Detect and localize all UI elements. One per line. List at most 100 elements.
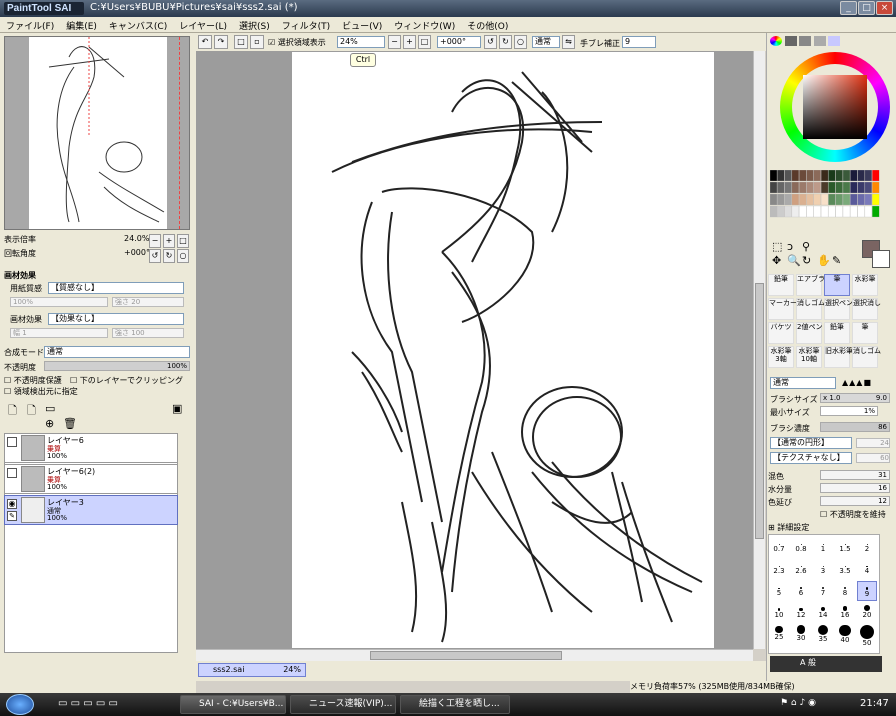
texture-header[interactable]: 画材効果 [4,270,36,281]
swatch-cell[interactable] [806,169,814,182]
tool-button[interactable]: 水彩筆 3軸 [768,346,794,368]
blend-slider[interactable]: 31 [820,470,890,480]
new-linework-layer-icon[interactable]: 🗋 [27,402,36,421]
brush-size-preset[interactable]: 0.8 [791,537,811,557]
close-button[interactable]: × [876,1,893,15]
menu-select[interactable]: 選択(S) [233,17,276,32]
effect-width-slider[interactable]: 幅 1 [10,328,108,338]
menu-window[interactable]: ウィンドウ(W) [388,17,461,32]
swatch-cell[interactable] [850,181,858,194]
vertical-scroll-thumb[interactable] [755,283,764,539]
redo-button[interactable]: ↷ [214,35,228,49]
tool-button[interactable]: 2値ペン [796,322,822,344]
task-browser-2[interactable]: 絵描く工程を晒し... [400,695,510,714]
selection-display-checkbox[interactable]: ☑ 選択領域表示 [268,37,326,48]
brush-size-preset[interactable]: 14 [813,603,833,623]
swatch-cell[interactable] [813,181,821,194]
swatch-cell[interactable] [806,205,814,218]
menu-other[interactable]: その他(O) [461,17,514,32]
tool-button[interactable]: 鉛筆 [824,322,850,344]
swatch-cell[interactable] [820,193,829,206]
swatch-cell[interactable] [872,193,880,206]
document-tab[interactable]: sss2.sai 24% [198,663,306,677]
swatch-cell[interactable] [777,169,785,182]
swatch-cell[interactable] [857,181,865,194]
hue-ring[interactable] [780,52,890,162]
task-browser-1[interactable]: ニュース速報(VIP)... [290,695,396,714]
swatch-cell[interactable] [864,205,873,218]
rotate-reset-button[interactable]: ○ [177,249,189,263]
swatch-cell[interactable] [850,169,858,182]
swatch-cell[interactable] [835,181,843,194]
tool-button[interactable]: 筆 [824,274,850,296]
swatch-cell[interactable] [842,193,851,206]
brush-size-preset[interactable]: 20 [857,603,877,623]
visibility-toggle[interactable] [7,468,17,478]
swatch-cell[interactable] [784,193,792,206]
ime-bar[interactable]: A 般 [770,656,882,672]
maximize-button[interactable]: □ [858,1,875,15]
zoom-out-button[interactable]: − [149,234,161,248]
menu-filter[interactable]: フィルタ(T) [276,17,336,32]
brush-size-preset[interactable]: 7 [813,581,833,601]
minimize-button[interactable]: _ [840,1,857,15]
brush-size-preset[interactable]: 1 [813,537,833,557]
swatch-cell[interactable] [806,193,814,206]
undo-button[interactable]: ↶ [198,35,212,49]
swatch-cell[interactable] [835,205,843,218]
swatch-cell[interactable] [784,181,792,194]
visibility-toggle[interactable] [7,437,17,447]
swatch-cell[interactable] [799,193,807,206]
vertical-scrollbar[interactable] [753,51,765,649]
zoom-in-button[interactable]: + [163,234,175,248]
navigator-preview[interactable] [4,36,190,230]
tool-button[interactable]: 水彩筆 10軸 [796,346,822,368]
invert-selection-button[interactable]: ▫ [250,35,264,49]
zoom-reset-button[interactable]: □ [177,234,189,248]
effect-strength-slider[interactable]: 強さ 100 [112,328,184,338]
brush-size-preset[interactable]: 2.3 [769,559,789,579]
tool-button[interactable]: 消しゴム [852,346,881,368]
swatch-cell[interactable] [835,169,843,182]
drawing-canvas[interactable] [292,52,714,648]
paper-strength-slider[interactable]: 強さ 20 [112,297,184,307]
persistence-slider[interactable]: 12 [820,496,890,506]
swatch-cell[interactable] [784,205,792,218]
swatch-cell[interactable] [769,193,778,206]
zoom-select[interactable]: 24% [337,36,385,48]
select-rect-icon[interactable]: ⬚ [772,240,782,253]
brush-size-preset[interactable]: 12 [791,603,811,623]
layer-item[interactable]: レイヤー6(2) 乗算 100% [4,464,178,494]
menu-canvas[interactable]: キャンバス(C) [103,17,173,32]
swatch-cell[interactable] [828,193,836,206]
detail-settings-toggle[interactable]: ⊞ 詳細設定 [768,522,809,533]
brush-shape-icons[interactable]: ▲▲▲■ [842,378,872,387]
swatch-cell[interactable] [777,181,785,194]
secondary-color-swatch[interactable] [872,250,890,268]
paper-texture-slider[interactable]: 100% [10,297,108,307]
paper-texture-select[interactable]: 【質感なし】 [48,282,184,294]
menu-edit[interactable]: 編集(E) [60,17,103,32]
swatch-cell[interactable] [850,193,858,206]
swatch-cell[interactable] [813,193,821,206]
pencil-icon[interactable]: ✎ [7,511,17,521]
rgb-slider-tab-icon[interactable] [784,36,797,46]
swatch-cell[interactable] [799,205,807,218]
swatch-cell[interactable] [813,169,821,182]
lasso-icon[interactable]: ↄ [787,240,793,253]
brush-size-preset[interactable]: 16 [835,603,855,623]
swatch-cell[interactable] [799,169,807,182]
rotate-right-button[interactable]: ↻ [163,249,175,263]
eyedropper-icon[interactable]: ✎ [832,254,841,267]
swatch-cell[interactable] [857,205,865,218]
swatch-cell[interactable] [842,205,851,218]
start-button[interactable] [6,694,34,715]
stabilizer-select[interactable]: 9 [622,36,656,48]
brush-size-preset[interactable]: 10 [769,603,789,623]
swatch-cell[interactable] [820,181,829,194]
quicklaunch-icons[interactable]: ▭ ▭ ▭ ▭ ▭ [58,698,118,709]
tool-button[interactable]: 旧水彩筆 [824,346,853,368]
toolbar-rotate-right-button[interactable]: ↻ [499,35,512,49]
swatch-cell[interactable] [850,205,858,218]
merge-down-icon[interactable]: ⊕ [45,417,54,430]
